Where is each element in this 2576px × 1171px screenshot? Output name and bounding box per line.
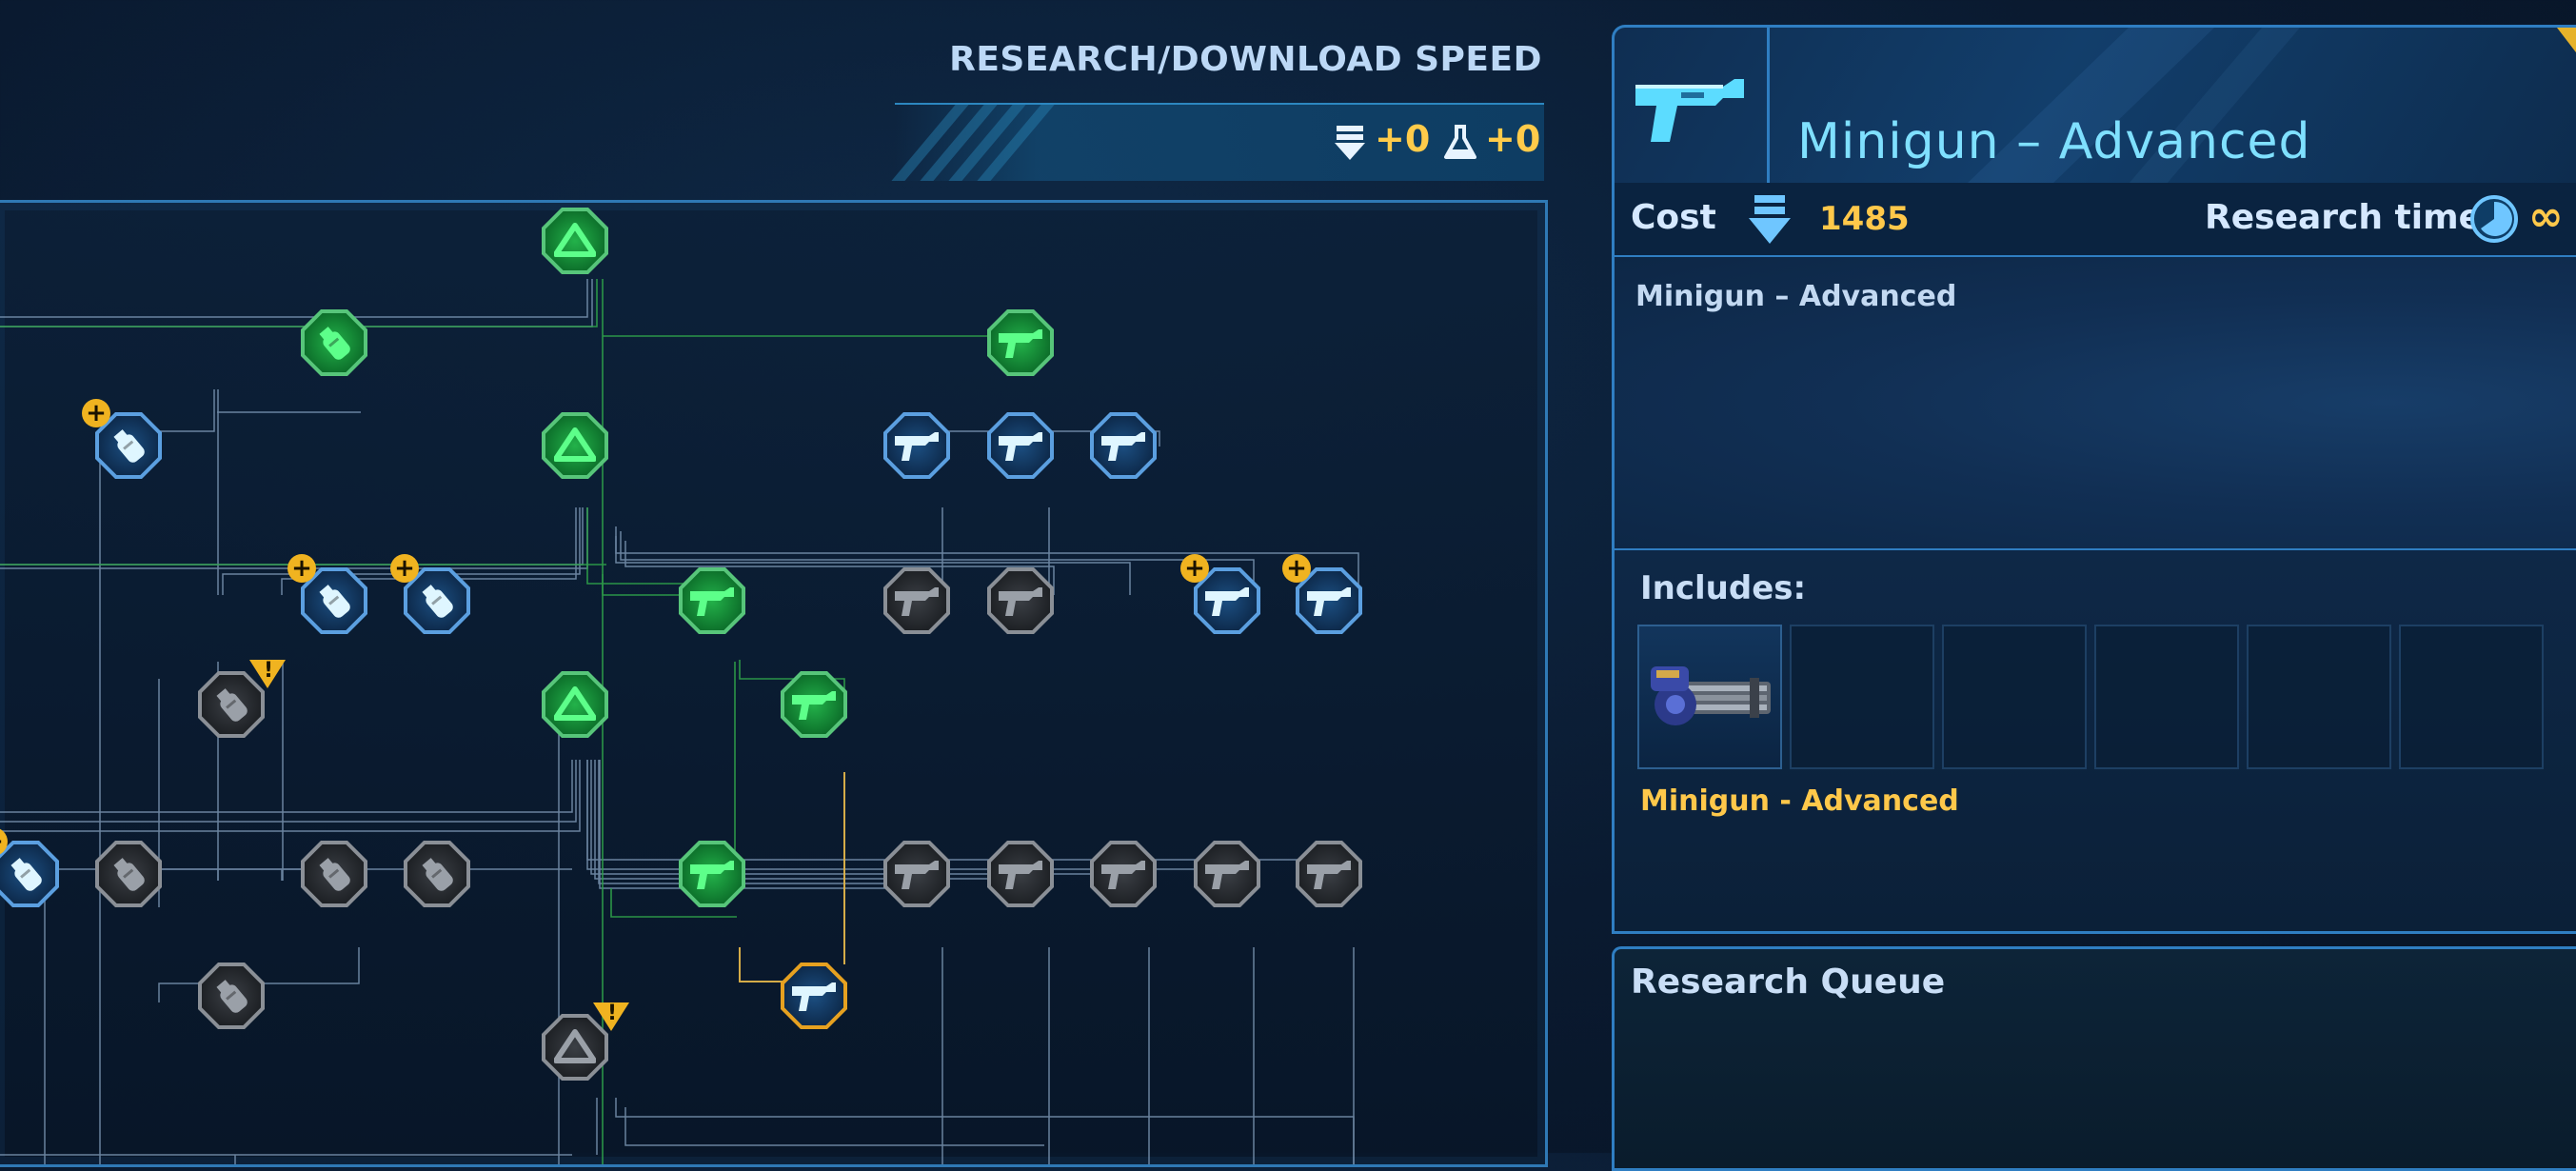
includes-slot-1[interactable] <box>1637 625 1782 769</box>
plus-badge-icon: + <box>1282 554 1311 583</box>
blaster-icon <box>895 432 939 461</box>
includes-slot-6 <box>2399 625 2544 769</box>
tech-node-n5[interactable] <box>542 412 608 479</box>
grenade-icon <box>113 429 145 463</box>
speed-bar: +0 +0 <box>891 103 1544 181</box>
item-title: Minigun – Advanced <box>1797 113 2311 170</box>
grenade-icon <box>113 858 145 891</box>
research-time-value: ∞ <box>2528 192 2564 241</box>
tech-node-n7[interactable] <box>987 412 1054 479</box>
warning-badge-icon: ! <box>593 1002 629 1031</box>
tech-node-n18[interactable] <box>781 671 847 738</box>
chevron-up-icon <box>554 1029 596 1063</box>
tech-node-n29[interactable] <box>198 963 265 1029</box>
tech-node-n22[interactable] <box>404 841 470 907</box>
flask-icon <box>1444 125 1476 159</box>
blaster-icon <box>1635 79 1744 142</box>
chevron-up-icon <box>554 427 596 462</box>
item-detail-header: Minigun – Advanced <box>1612 25 2576 187</box>
tech-node-n24[interactable] <box>883 841 950 907</box>
cost-row: Cost 1485 Research time ∞ <box>1612 183 2576 258</box>
research-bonus: +0 <box>1485 118 1541 160</box>
description-panel: Minigun – Advanced <box>1612 257 2576 550</box>
grenade-icon <box>216 688 248 722</box>
blaster-icon <box>1205 587 1249 616</box>
includes-label: Includes: <box>1640 569 1807 607</box>
cost-value: 1485 <box>1819 200 1910 238</box>
research-queue-panel: Research Queue <box>1612 946 2576 1171</box>
download-bonus: +0 <box>1375 118 1431 160</box>
tech-node-n27[interactable] <box>1194 841 1260 907</box>
warning-badge-icon: ! <box>249 659 286 688</box>
plus-badge-icon: + <box>82 399 110 427</box>
tech-node-n25[interactable] <box>987 841 1054 907</box>
research-time-label: Research time <box>2205 198 2483 237</box>
grenade-icon <box>422 858 453 891</box>
tech-node-n28[interactable] <box>1296 841 1362 907</box>
item-description: Minigun – Advanced <box>1635 280 1957 313</box>
includes-slot-4 <box>2094 625 2239 769</box>
includes-item-name: Minigun - Advanced <box>1640 784 1959 818</box>
chevron-up-icon <box>554 223 596 257</box>
download-arrow-icon <box>1749 195 1791 244</box>
tech-node-n6[interactable] <box>883 412 950 479</box>
blaster-icon <box>895 861 939 889</box>
includes-slot-2 <box>1790 625 1934 769</box>
blaster-icon <box>792 691 836 720</box>
tech-node-n3[interactable] <box>987 309 1054 376</box>
blaster-icon <box>1205 861 1249 889</box>
blaster-icon <box>999 432 1042 461</box>
tech-node-n17[interactable] <box>542 671 608 738</box>
plus-badge-icon: + <box>390 554 419 583</box>
tech-node-n2[interactable] <box>301 309 367 376</box>
blaster-icon <box>690 861 734 889</box>
tech-tree-panel: + + + + + ! ! <box>0 200 1548 1167</box>
includes-slot-5 <box>2247 625 2391 769</box>
grenade-icon <box>10 858 42 891</box>
blaster-icon <box>1307 861 1351 889</box>
tech-node-n8[interactable] <box>1090 412 1157 479</box>
plus-badge-icon: + <box>1180 554 1209 583</box>
item-icon-box <box>1615 28 1770 184</box>
blaster-icon <box>999 329 1042 358</box>
plus-badge-icon: + <box>287 554 316 583</box>
grenade-icon <box>319 327 350 360</box>
blaster-icon <box>1101 861 1145 889</box>
tech-node-n12[interactable] <box>883 567 950 634</box>
grenade-icon <box>319 585 350 618</box>
grenade-icon <box>422 585 453 618</box>
tech-node-n31[interactable] <box>781 963 847 1029</box>
blaster-icon <box>1101 432 1145 461</box>
research-queue-title: Research Queue <box>1631 963 1946 1002</box>
speed-title: RESEARCH/DOWNLOAD SPEED <box>949 40 1542 79</box>
tech-node-n11[interactable] <box>679 567 745 634</box>
tech-node-n1[interactable] <box>542 208 608 274</box>
tech-node-n23[interactable] <box>679 841 745 907</box>
tech-node-n21[interactable] <box>301 841 367 907</box>
minigun-icon <box>1651 666 1771 725</box>
grenade-icon <box>216 980 248 1013</box>
blaster-icon <box>690 587 734 616</box>
chevron-up-icon <box>554 686 596 721</box>
blaster-icon <box>999 861 1042 889</box>
includes-panel: Includes: Minigun - Advanced <box>1612 550 2576 934</box>
tech-node-n26[interactable] <box>1090 841 1157 907</box>
download-arrow-icon <box>1335 126 1365 160</box>
tech-node-n20[interactable] <box>95 841 162 907</box>
cost-label: Cost <box>1631 198 1716 237</box>
blaster-icon <box>792 982 836 1011</box>
clock-icon <box>2470 195 2518 243</box>
blaster-icon <box>999 587 1042 616</box>
blaster-icon <box>1307 587 1351 616</box>
grenade-icon <box>319 858 350 891</box>
blaster-icon <box>895 587 939 616</box>
includes-slot-3 <box>1942 625 2087 769</box>
tech-node-n13[interactable] <box>987 567 1054 634</box>
